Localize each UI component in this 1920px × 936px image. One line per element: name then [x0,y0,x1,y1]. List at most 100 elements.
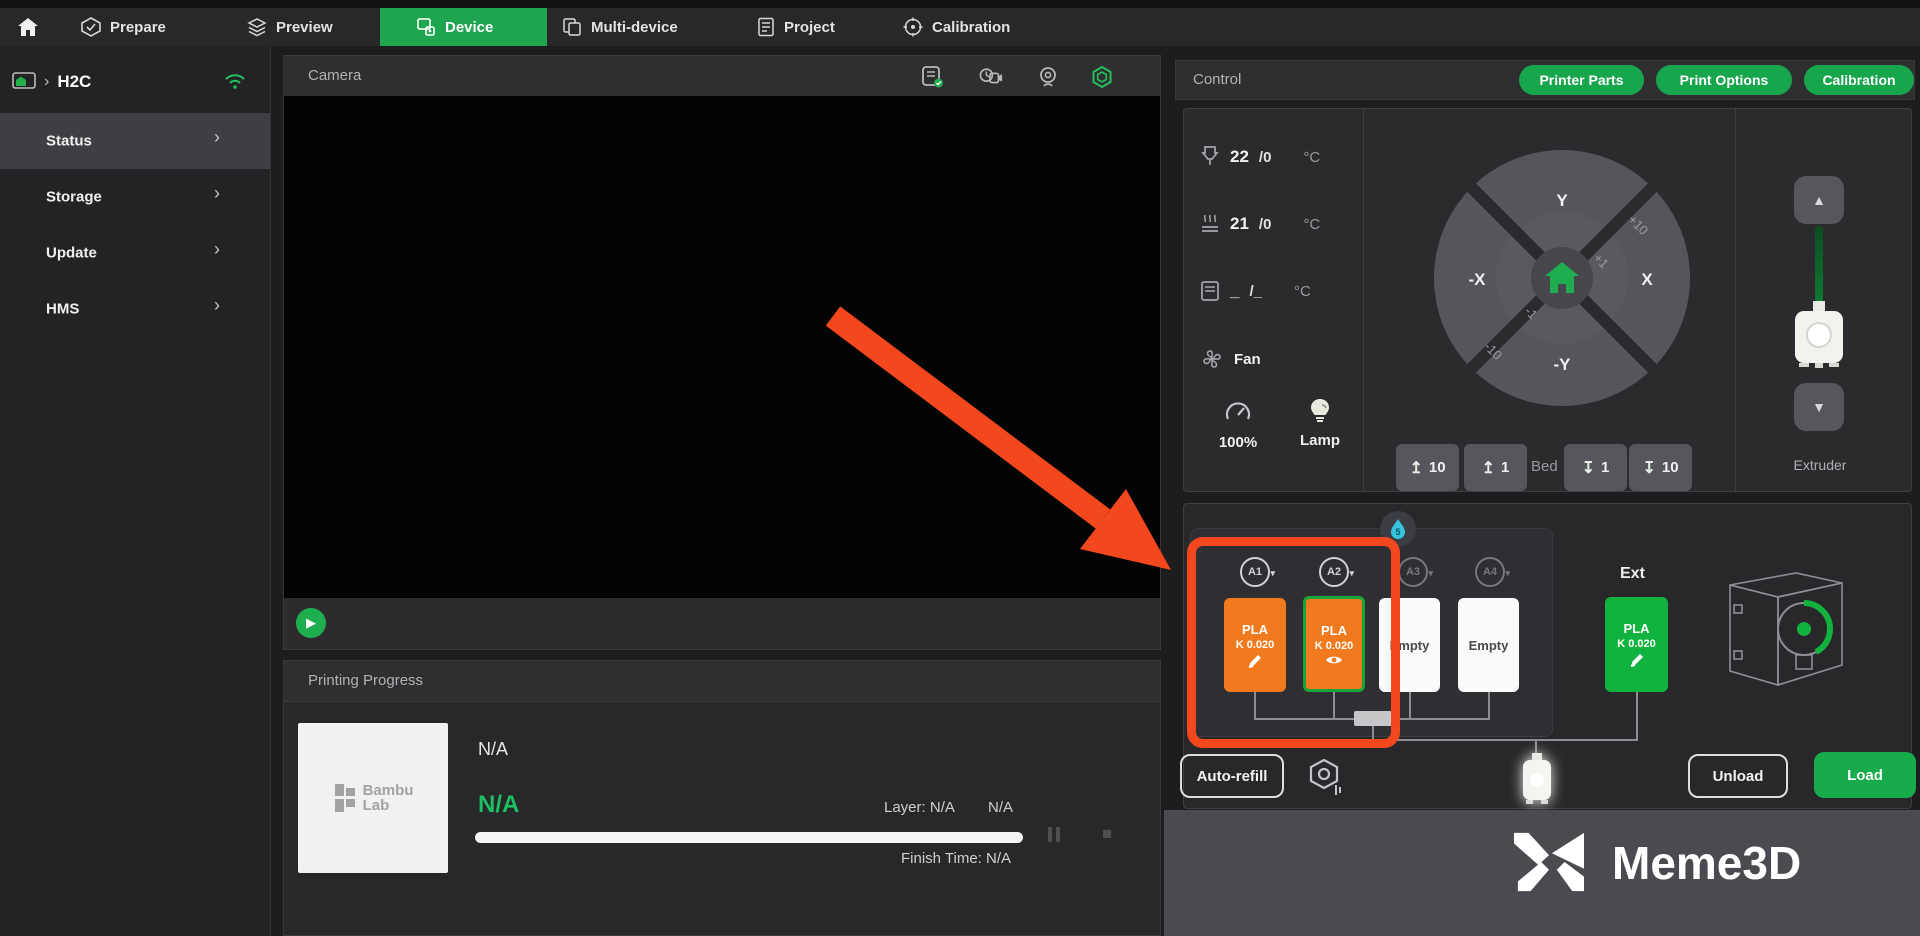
device-name: H2C [57,72,91,92]
device-selector[interactable]: › H2C [0,60,270,104]
tab-multi-device[interactable]: Multi-device [562,8,678,46]
chamber-temp-control[interactable]: _ /_ °C [1200,280,1311,302]
meme3d-brand-text: Meme3D [1612,836,1801,890]
bed-down-1-button[interactable]: ↧ 1 [1564,444,1627,491]
slot-a3-refresh-icon[interactable]: A3 ▾ [1398,557,1428,587]
lamp-control[interactable]: Lamp [1290,397,1350,449]
filament-tube [1636,692,1638,741]
filament-card-a4-empty[interactable]: Empty [1458,598,1519,692]
filament-material: PLA [1624,621,1650,636]
slot-a4-refresh-icon[interactable]: A4 ▾ [1475,557,1505,587]
sidebar-item-hms[interactable]: HMS › [0,281,270,337]
humidity-value: 5 [1395,527,1400,537]
bed-up-1-button[interactable]: ↥ 1 [1464,444,1527,491]
tab-device-label: Device [445,19,493,36]
tab-device[interactable]: Device [380,8,547,46]
sidebar-item-label: Update [46,245,97,262]
fan-label: Fan [1234,351,1261,368]
load-button[interactable]: Load [1814,752,1916,798]
pad-negy-label: -Y [1554,355,1572,374]
chevron-right-icon: › [214,127,220,148]
nozzle-temp-control[interactable]: 22 /0 °C [1200,145,1320,169]
filament-strand [1815,226,1823,304]
bambu-lab-logo-text-line1: Bambu [363,783,414,798]
humidity-droplet-icon: 5 [1389,518,1407,540]
filament-card-ext[interactable]: PLA K 0.020 [1605,597,1668,692]
unload-button[interactable]: Unload [1688,754,1788,798]
bed-up-10-label: 10 [1429,459,1446,476]
pad-x-label: X [1641,270,1653,289]
tab-project[interactable]: Project [757,8,835,46]
ext-label: Ext [1620,565,1645,583]
bed-up-1-label: 1 [1501,459,1509,476]
stop-button[interactable]: ■ [1102,824,1112,844]
pause-button[interactable] [1048,827,1060,842]
print-options-label: Print Options [1680,72,1769,88]
print-options-button[interactable]: Print Options [1656,65,1792,95]
sidebar-item-update[interactable]: Update › [0,225,270,281]
slot-a3-id: A3 [1406,566,1420,578]
control-panel-body: 22 /0 °C 21 /0 °C _ /_ °C Fan 100% Lamp [1183,108,1912,492]
sidebar-item-label: Status [46,133,92,150]
printer-monitor-icon [12,72,36,92]
unload-label: Unload [1713,768,1764,785]
timelapse-icon[interactable] [979,65,1003,89]
calibration-button[interactable]: Calibration [1804,65,1914,95]
main-nav-bar: Prepare Preview Device Multi-device Proj… [0,8,1920,46]
layers-icon [247,17,267,37]
time-remaining: N/A [988,799,1013,816]
extruder-label: Extruder [1784,457,1856,473]
temp-unit: °C [1303,216,1320,233]
slot-arrow-icon: ▾ [1505,568,1510,579]
play-button[interactable]: ▶ [296,608,326,638]
extrude-up-button[interactable]: ▲ [1794,176,1844,224]
home-icon [17,17,39,37]
sidebar-item-status[interactable]: Status › [0,113,270,169]
bed-up-10-button[interactable]: ↥ 10 [1396,444,1459,491]
nozzle-icon [1200,145,1220,169]
calibration-icon [903,17,923,37]
bed-temp-control[interactable]: 21 /0 °C [1200,213,1320,235]
fan-control[interactable]: Fan [1200,347,1261,371]
slot-a4-id: A4 [1483,566,1497,578]
camera-panel-title: Camera [308,67,361,84]
movement-pad[interactable]: Y X -X -Y +10 +1 -1 -10 [1432,148,1692,408]
temp-unit: °C [1303,149,1320,166]
bambu-lab-logo-icon [333,782,357,814]
printer-parts-button[interactable]: Printer Parts [1519,65,1644,95]
tab-preview-label: Preview [276,19,333,36]
bambu-lab-logo-text-line2: Lab [363,798,414,813]
tab-calibration-label: Calibration [932,19,1010,36]
bed-down-icon: ↧ [1642,458,1655,478]
heatbed-icon [1200,213,1220,235]
bed-label: Bed [1531,458,1558,475]
tab-calibration[interactable]: Calibration [903,8,1010,46]
extruder-hub-graphic [1520,753,1554,808]
nozzle-target-temp: /0 [1259,149,1272,166]
speed-control[interactable]: 100% [1208,399,1268,451]
bed-down-1-label: 1 [1601,459,1609,476]
slot-arrow-icon: ▾ [1428,568,1433,579]
lamp-label: Lamp [1290,432,1350,449]
extrude-down-button[interactable]: ▼ [1794,383,1844,431]
ams-settings-icon[interactable] [1306,757,1346,799]
auto-refill-button[interactable]: Auto-refill [1180,754,1284,798]
bed-target-temp: /0 [1259,216,1272,233]
pad-negx-label: -X [1469,270,1487,289]
printing-progress-title: Printing Progress [308,672,423,689]
home-button[interactable] [8,8,48,46]
chevron-right-icon: › [214,183,220,204]
webcam-icon[interactable] [1036,65,1060,89]
bed-down-10-button[interactable]: ↧ 10 [1629,444,1692,491]
printing-progress-panel: Printing Progress Bambu Lab N/A N/A Laye… [283,660,1161,936]
tab-prepare[interactable]: Prepare [81,8,166,46]
print-status: N/A [478,791,519,819]
down-triangle-icon: ▼ [1812,399,1826,415]
camera-settings-icon[interactable] [1090,65,1114,89]
sidebar-item-storage[interactable]: Storage › [0,169,270,225]
prepare-icon [81,17,101,37]
filament-bus [1372,739,1638,741]
meme3d-logo-icon [1514,832,1584,892]
stream-status-icon[interactable] [921,65,945,89]
tab-preview[interactable]: Preview [247,8,333,46]
